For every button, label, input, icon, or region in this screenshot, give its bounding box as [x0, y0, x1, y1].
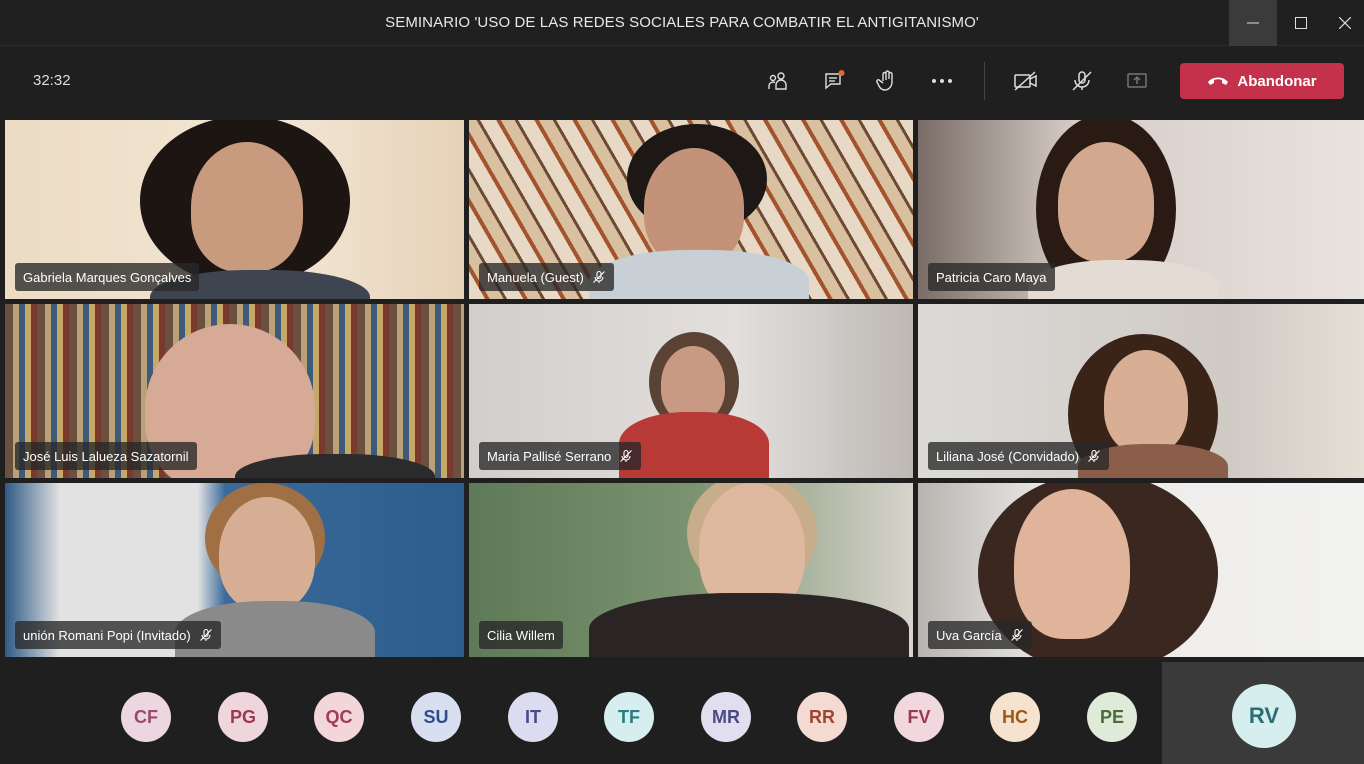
mic-off-icon [1088, 449, 1100, 462]
avatar-initials: HC [1002, 706, 1028, 727]
person-body [589, 250, 809, 299]
avatar-initials: PG [229, 706, 256, 727]
participant-avatar[interactable]: SU [411, 692, 461, 742]
person-face [661, 346, 725, 422]
meeting-toolbar: 32:32 Abandonar [0, 46, 1364, 116]
avatar-initials: MR [712, 706, 740, 727]
participant-avatar[interactable]: HC [990, 692, 1040, 742]
avatar-initials: SU [423, 706, 449, 727]
avatar-initials: RV [1248, 703, 1280, 728]
participant-nameplate: Maria Pallisé Serrano [479, 442, 642, 470]
close-icon [1339, 17, 1351, 29]
avatar-initials: IT [525, 706, 541, 727]
participant-avatar[interactable]: IT [508, 692, 558, 742]
person-face [219, 497, 315, 611]
maximize-icon [1295, 17, 1307, 29]
video-tile[interactable]: José Luis Lalueza Sazatornil [5, 304, 464, 478]
video-tile[interactable]: unión Romani Popi (Invitado) [5, 483, 464, 657]
person-face [1104, 350, 1188, 454]
participant-avatar[interactable]: QC [314, 692, 364, 742]
share-screen-icon [1127, 73, 1147, 88]
participant-nameplate: Manuela (Guest) [479, 263, 614, 291]
avatar-initials: PE [1099, 706, 1124, 727]
participant-avatar[interactable]: PE [1087, 692, 1137, 742]
avatar-initials: FV [907, 706, 931, 727]
participant-nameplate: Gabriela Marques Gonçalves [15, 263, 200, 291]
close-button[interactable] [1321, 0, 1364, 46]
video-tile[interactable]: Manuela (Guest) [469, 120, 913, 299]
meeting-timer: 32:32 [33, 72, 71, 89]
raise-hand-icon [876, 70, 893, 91]
video-tile[interactable]: Maria Pallisé Serrano [469, 304, 913, 478]
participant-name: Gabriela Marques Gonçalves [23, 269, 192, 285]
chat-button[interactable] [818, 66, 850, 96]
participant-avatar-strip: CF PG QC SU IT TF MR RR FV HC PE RV [0, 662, 1364, 764]
more-icon [932, 79, 952, 83]
video-grid: Gabriela Marques Gonçalves Manuela (Gues… [0, 116, 1364, 662]
self-avatar: RV [1232, 684, 1296, 748]
phone-hangup-icon [1208, 77, 1229, 85]
self-view[interactable]: RV [1162, 662, 1364, 764]
share-screen-button[interactable] [1121, 66, 1153, 96]
raise-hand-button[interactable] [871, 66, 903, 96]
participant-name: Uva García [936, 627, 1002, 643]
camera-toggle-button[interactable] [1010, 66, 1042, 96]
participant-nameplate: Cilia Willem [479, 621, 563, 649]
participants-button[interactable] [762, 66, 794, 96]
more-button[interactable] [926, 66, 958, 96]
leave-button[interactable]: Abandonar [1180, 63, 1344, 99]
person-face [1058, 142, 1154, 262]
avatar-initials: CF [134, 706, 158, 727]
participant-avatar[interactable]: RR [797, 692, 847, 742]
participant-name: unión Romani Popi (Invitado) [23, 627, 191, 643]
chat-icon [825, 70, 845, 90]
avatar-initials: TF [618, 706, 640, 727]
mic-off-icon [592, 270, 605, 283]
mic-off-icon [1010, 628, 1023, 641]
participant-nameplate: Patricia Caro Maya [928, 263, 1055, 291]
person-face [644, 148, 744, 266]
camera-off-icon [1014, 71, 1037, 91]
participant-nameplate: unión Romani Popi (Invitado) [15, 621, 221, 649]
participant-nameplate: Uva García [928, 621, 1032, 649]
participants-icon [768, 72, 787, 90]
person-face [191, 142, 303, 272]
maximize-button[interactable] [1277, 0, 1325, 46]
mic-off-icon [1072, 71, 1092, 91]
participant-avatar[interactable]: CF [121, 692, 171, 742]
participant-avatar[interactable]: TF [604, 692, 654, 742]
participant-name: Patricia Caro Maya [936, 269, 1047, 285]
mic-off-icon [199, 628, 212, 641]
video-tile[interactable]: Cilia Willem [469, 483, 913, 657]
participant-avatar[interactable]: PG [218, 692, 268, 742]
minimize-button[interactable] [1229, 0, 1277, 46]
mic-off-icon [620, 449, 633, 462]
participant-name: Cilia Willem [487, 627, 555, 643]
participant-name: José Luis Lalueza Sazatornil [23, 448, 189, 464]
video-tile[interactable]: Liliana José (Convidado) [918, 304, 1364, 478]
leave-label: Abandonar [1237, 72, 1317, 90]
video-tile[interactable]: Patricia Caro Maya [918, 120, 1364, 299]
participant-nameplate: Liliana José (Convidado) [928, 442, 1110, 470]
person-face [1014, 489, 1130, 639]
participant-avatar[interactable]: FV [894, 692, 944, 742]
participant-name: Maria Pallisé Serrano [487, 448, 612, 464]
person-body [619, 412, 769, 478]
video-tile[interactable]: Uva García [918, 483, 1364, 657]
avatar-initials: RR [809, 706, 835, 727]
mic-toggle-button[interactable] [1066, 66, 1098, 96]
window-title: SEMINARIO 'USO DE LAS REDES SOCIALES PAR… [385, 14, 979, 31]
minimize-icon [1247, 22, 1259, 24]
participant-name: Liliana José (Convidado) [936, 448, 1080, 464]
title-bar: SEMINARIO 'USO DE LAS REDES SOCIALES PAR… [0, 0, 1364, 46]
person-body [589, 593, 909, 657]
participant-name: Manuela (Guest) [487, 269, 584, 285]
avatar-initials: QC [325, 706, 353, 727]
toolbar-separator [984, 62, 985, 100]
participant-nameplate: José Luis Lalueza Sazatornil [15, 442, 197, 470]
video-tile[interactable]: Gabriela Marques Gonçalves [5, 120, 464, 299]
participant-avatar[interactable]: MR [701, 692, 751, 742]
